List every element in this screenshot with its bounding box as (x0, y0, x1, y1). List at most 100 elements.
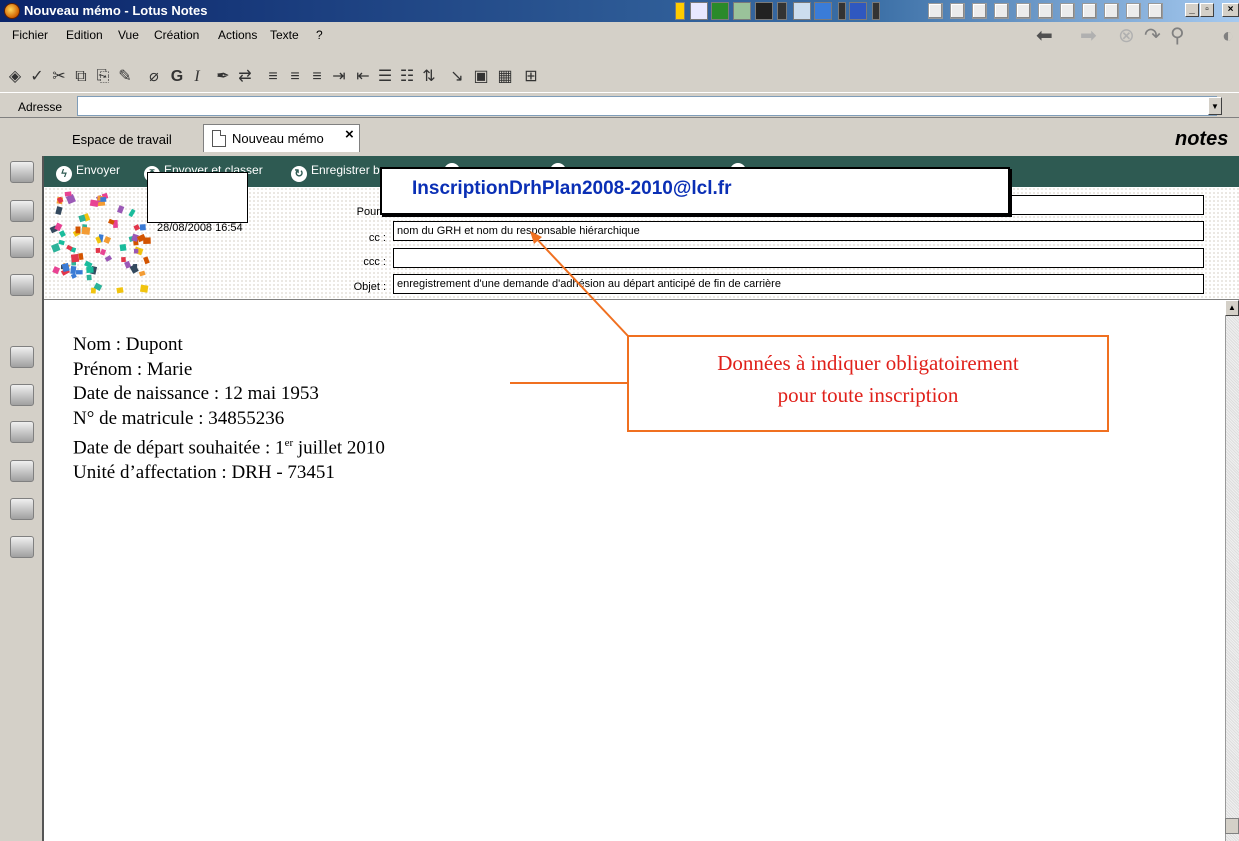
align-right-icon[interactable]: ≡ (306, 66, 328, 88)
menu-actions[interactable]: Actions (218, 28, 257, 42)
vertical-scrollbar[interactable] (1225, 300, 1239, 841)
body-line-depart: Date de départ souhaitée : 1er juillet 2… (73, 431, 385, 461)
taskbar-slot[interactable] (928, 3, 943, 19)
address-bar: Adresse ▼ (0, 92, 1239, 118)
body-line-naissance: Date de naissance : 12 mai 1953 (73, 383, 319, 404)
tray-icon[interactable] (755, 2, 773, 20)
indent-icon[interactable]: ⇥ (328, 66, 350, 88)
taskbar-slot[interactable] (1104, 3, 1119, 19)
close-button[interactable]: × (1222, 3, 1239, 17)
replicator-icon[interactable] (10, 384, 34, 406)
tab-new-memo[interactable]: Nouveau mémo × (203, 124, 360, 152)
cut-icon[interactable]: ✂ (48, 66, 70, 88)
italic-icon[interactable]: I (186, 66, 208, 88)
body-line-unite: Unité d’affectation : DRH - 73451 (73, 461, 335, 483)
stop-icon[interactable]: ⊗ (1118, 26, 1135, 46)
align-center-icon[interactable]: ≡ (284, 66, 306, 88)
depart-post: juillet 2010 (293, 437, 385, 459)
calendar-icon[interactable] (10, 200, 34, 222)
taskbar-slot[interactable] (1126, 3, 1141, 19)
align-left-icon[interactable]: ≡ (262, 66, 284, 88)
checklist-icon[interactable] (10, 346, 34, 368)
insert-table-icon[interactable]: ⊞ (520, 66, 542, 88)
bcc-field[interactable] (393, 248, 1204, 268)
link-icon[interactable]: ↘ (446, 66, 468, 88)
taskbar-slot[interactable] (972, 3, 987, 19)
number-list-icon[interactable]: ☷ (396, 66, 418, 88)
highlight-icon[interactable]: ✒ (212, 66, 234, 88)
menu-fichier[interactable]: Fichier (12, 28, 48, 42)
taskbar-slot[interactable] (1038, 3, 1053, 19)
save-draft-button[interactable]: ↻ Enregistrer b (291, 163, 380, 182)
copy-icon[interactable]: ⧉ (70, 66, 92, 88)
menu-edition[interactable]: Edition (66, 28, 103, 42)
taskbar-slot[interactable] (1016, 3, 1031, 19)
mail-icon[interactable] (10, 161, 34, 183)
attach-icon[interactable]: ⌀ (143, 66, 165, 88)
bold-icon[interactable]: G (166, 66, 188, 88)
menu-help[interactable]: ? (316, 28, 323, 42)
outdent-icon[interactable]: ⇤ (352, 66, 374, 88)
menu-texte[interactable]: Texte (270, 28, 299, 42)
todo-icon[interactable] (10, 274, 34, 296)
chevron-down-icon[interactable]: ▼ (1208, 97, 1222, 115)
scroll-up-icon[interactable]: ▲ (1225, 300, 1239, 316)
paste-icon[interactable]: ⎘ (92, 66, 114, 88)
cc-field[interactable]: nom du GRH et nom du responsable hiérarc… (393, 221, 1204, 241)
send-icon: ϟ (56, 166, 72, 182)
taskbar-slot[interactable] (994, 3, 1009, 19)
globe-icon[interactable]: ◐ (1222, 26, 1234, 46)
folder-icon[interactable] (10, 460, 34, 482)
ie-icon[interactable] (814, 2, 832, 20)
menu-vue[interactable]: Vue (118, 28, 139, 42)
annotation-box: Données à indiquer obligatoirement pour … (627, 335, 1109, 432)
taskbar-slot[interactable] (950, 3, 965, 19)
send-button[interactable]: ϟ Envoyer (56, 163, 120, 182)
lotus-notes-icon (4, 3, 20, 19)
body-line-nom: Nom : Dupont (73, 334, 183, 355)
tray-icon[interactable] (777, 2, 787, 20)
scroll-down-button[interactable] (1225, 818, 1239, 834)
format-painter-icon[interactable]: ✎ (114, 66, 136, 88)
refresh-icon[interactable]: ↷ (1144, 26, 1161, 46)
body-line-matricule: N° de matricule : 34855236 (73, 407, 285, 429)
restore-button[interactable]: ▫ (1200, 3, 1214, 17)
history-icon[interactable] (10, 498, 34, 520)
abc-icon[interactable]: ▣ (470, 66, 492, 88)
to-label: Pour : (356, 206, 386, 218)
cc-label: cc : (368, 232, 386, 244)
back-icon[interactable]: ⬅ (1036, 26, 1053, 46)
contacts-icon[interactable] (10, 236, 34, 258)
save-icon: ↻ (291, 166, 307, 182)
databases-icon[interactable] (10, 421, 34, 443)
taskbar-slot[interactable] (1148, 3, 1163, 19)
notes-app-icon[interactable] (10, 536, 34, 558)
address-input[interactable] (77, 96, 1217, 116)
text-color-icon[interactable]: ⇄ (234, 66, 256, 88)
close-tab-icon[interactable]: × (345, 121, 354, 149)
tray-icon[interactable] (793, 2, 811, 20)
excel-icon[interactable] (711, 2, 729, 20)
sort-icon[interactable]: ⇅ (418, 66, 440, 88)
search-icon[interactable]: ⚲ (1170, 26, 1185, 46)
tray-icon[interactable] (872, 2, 880, 20)
annotation-connector (510, 382, 628, 384)
tray-icon[interactable] (838, 2, 846, 20)
minimize-button[interactable]: _ (1185, 3, 1199, 17)
taskbar-slot[interactable] (1060, 3, 1075, 19)
taskbar-slot[interactable] (1082, 3, 1097, 19)
tray-icon[interactable] (675, 2, 685, 20)
tab-workspace[interactable]: Espace de travail (60, 129, 184, 151)
subject-field[interactable]: enregistrement d'une demande d'adhésion … (393, 274, 1204, 294)
bullet-list-icon[interactable]: ☰ (374, 66, 396, 88)
tray-icon[interactable] (733, 2, 751, 20)
tray-icon[interactable] (690, 2, 708, 20)
tray-icon[interactable] (849, 2, 867, 20)
confetti-logo (49, 191, 151, 294)
spell-icon[interactable]: ✓ (26, 66, 48, 88)
gem-icon[interactable]: ◈ (4, 66, 26, 88)
forward-icon[interactable]: ➡ (1080, 26, 1097, 46)
title-bar: Nouveau mémo - Lotus Notes _ ▫ × (0, 0, 1239, 22)
menu-creation[interactable]: Création (154, 28, 199, 42)
table-icon[interactable]: ▦ (494, 66, 516, 88)
